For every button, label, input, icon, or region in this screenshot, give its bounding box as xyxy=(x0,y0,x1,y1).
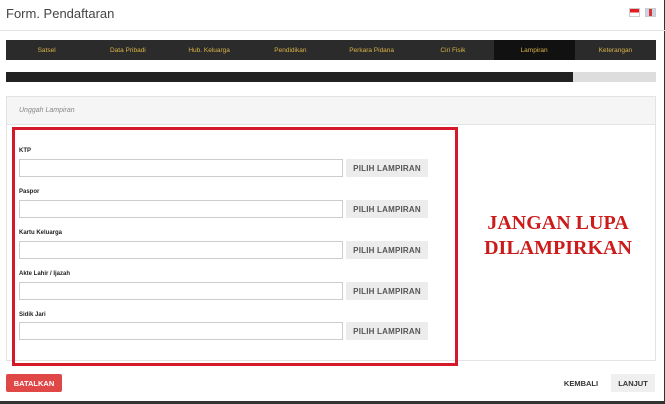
akte-lahir-label: Akte Lahir / Ijazah xyxy=(19,271,71,277)
sidik-jari-attach-button[interactable]: PILIH LAMPIRAN xyxy=(346,322,428,340)
step-ciri-fisik[interactable]: Ciri Fisik xyxy=(412,40,493,60)
back-button[interactable]: KEMBALI xyxy=(557,376,605,390)
progress-fill xyxy=(6,72,574,82)
akte-lahir-attach-button[interactable]: PILIH LAMPIRAN xyxy=(346,282,428,300)
panel-header: Unggah Lampiran xyxy=(7,97,655,125)
uk-flag-icon[interactable] xyxy=(645,8,656,17)
akte-lahir-input[interactable] xyxy=(19,282,343,300)
sidik-jari-label: Sidik Jari xyxy=(19,312,46,318)
indonesia-flag-icon[interactable] xyxy=(629,8,640,17)
header-divider xyxy=(0,30,665,31)
step-satsel[interactable]: Satsel xyxy=(6,40,87,60)
panel-title: Unggah Lampiran xyxy=(19,107,75,114)
kartu-keluarga-attach-button[interactable]: PILIH LAMPIRAN xyxy=(346,241,428,259)
step-nav: Satsel Data Pribadi Hub. Keluarga Pendid… xyxy=(6,40,656,60)
paspor-input[interactable] xyxy=(19,200,343,218)
page-title: Form. Pendaftaran xyxy=(6,6,115,21)
language-switcher xyxy=(629,8,656,17)
ktp-attach-button[interactable]: PILIH LAMPIRAN xyxy=(346,159,428,177)
step-keterangan[interactable]: Keterangan xyxy=(575,40,656,60)
sidik-jari-input[interactable] xyxy=(19,322,343,340)
reminder-line-2: DILAMPIRKAN xyxy=(484,237,632,259)
reminder-line-1: JANGAN LUPA xyxy=(487,212,629,234)
step-data-pribadi[interactable]: Data Pribadi xyxy=(87,40,168,60)
kartu-keluarga-label: Kartu Keluarga xyxy=(19,230,63,236)
step-perkara-pidana[interactable]: Perkara Pidana xyxy=(331,40,412,60)
ktp-label: KTP xyxy=(19,148,31,154)
step-hub-keluarga[interactable]: Hub. Keluarga xyxy=(169,40,250,60)
paspor-attach-button[interactable]: PILIH LAMPIRAN xyxy=(346,200,428,218)
ktp-input[interactable] xyxy=(19,159,343,177)
step-pendidikan[interactable]: Pendidikan xyxy=(250,40,331,60)
step-lampiran[interactable]: Lampiran xyxy=(493,40,575,60)
kartu-keluarga-input[interactable] xyxy=(19,241,343,259)
progress-bar xyxy=(6,72,656,82)
cancel-button[interactable]: BATALKAN xyxy=(6,374,62,392)
paspor-label: Paspor xyxy=(19,189,40,195)
next-button[interactable]: LANJUT xyxy=(611,374,655,392)
reminder-annotation: JANGAN LUPA DILAMPIRKAN xyxy=(468,211,648,261)
